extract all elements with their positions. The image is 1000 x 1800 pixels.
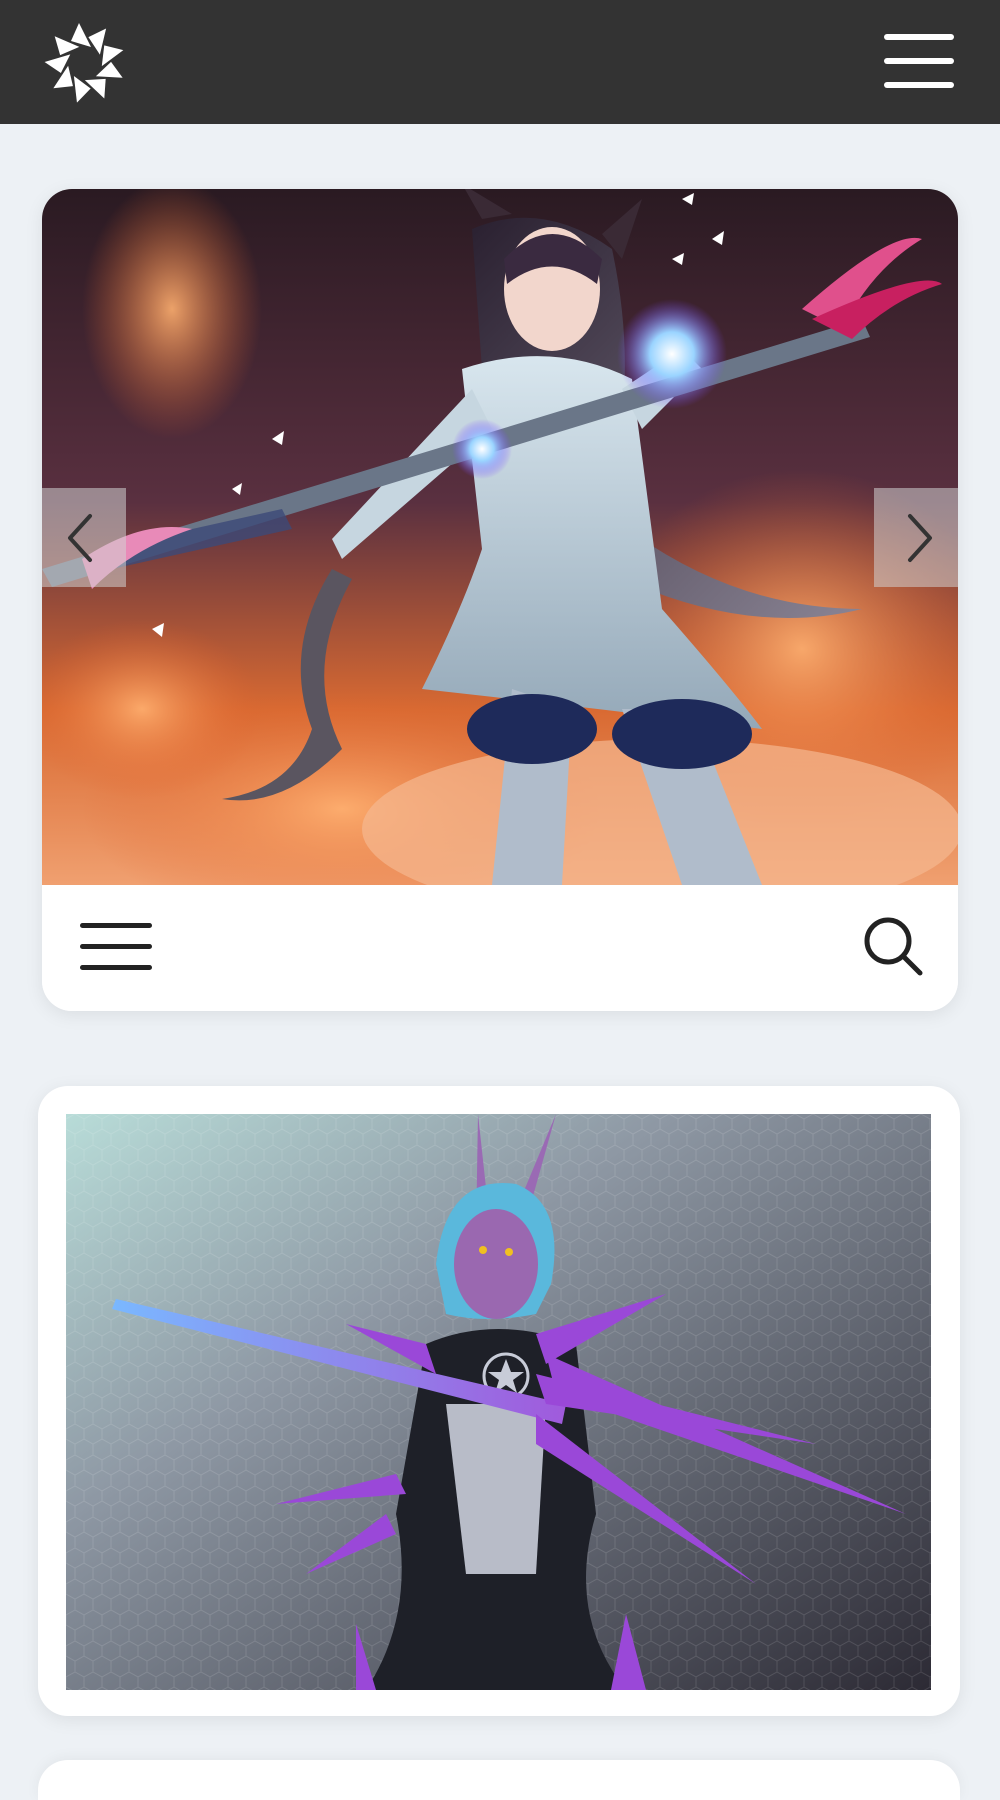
category-menu-button[interactable] <box>76 917 156 977</box>
purple-alien-warrior-artwork <box>66 1114 931 1690</box>
main-menu-button[interactable] <box>880 30 958 92</box>
chevron-right-icon <box>908 514 932 562</box>
gallery-card <box>38 1086 960 1716</box>
menu-line <box>884 82 954 88</box>
slider-next-button[interactable] <box>874 488 958 587</box>
slider-toolbar <box>42 885 958 1011</box>
site-logo[interactable] <box>38 16 132 110</box>
menu-line <box>884 34 954 40</box>
next-gallery-card <box>38 1760 960 1800</box>
menu-line <box>884 58 954 64</box>
chevron-left-icon <box>68 514 92 562</box>
slider-prev-button[interactable] <box>42 488 126 587</box>
menu-line <box>80 923 152 928</box>
featured-artwork-image[interactable] <box>42 189 958 885</box>
top-nav-bar <box>0 0 1000 124</box>
menu-line <box>80 965 152 970</box>
search-button[interactable] <box>860 913 926 979</box>
catgirl-mage-artwork <box>42 189 958 885</box>
featured-slider-card <box>42 189 958 1011</box>
search-icon <box>864 917 923 976</box>
pinwheel-logo-icon <box>44 23 124 103</box>
gallery-artwork-image[interactable] <box>66 1114 931 1690</box>
menu-line <box>80 944 152 949</box>
